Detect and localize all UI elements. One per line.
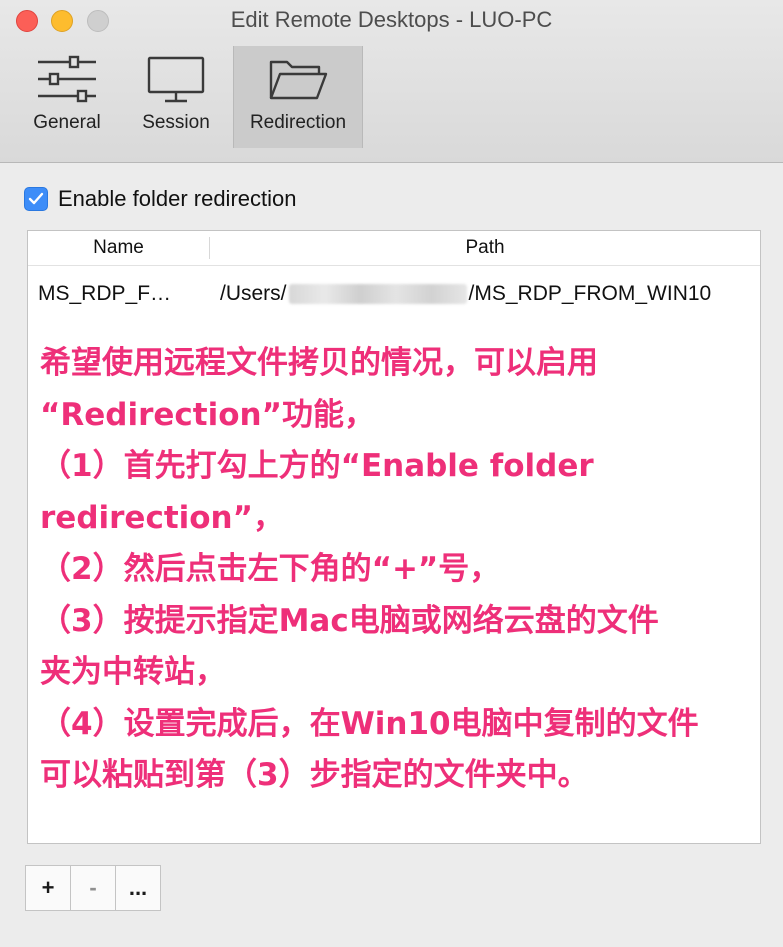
remove-folder-button[interactable]: - xyxy=(70,865,116,911)
sliders-icon xyxy=(38,55,96,103)
toolbar: Edit Remote Desktops - LUO-PC General Se… xyxy=(0,0,783,163)
tab-general[interactable]: General xyxy=(22,46,112,148)
add-folder-button[interactable]: + xyxy=(25,865,71,911)
table-actions: + - ... xyxy=(25,865,161,911)
column-header-path[interactable]: Path xyxy=(210,231,760,265)
table-header: Name Path xyxy=(28,231,760,266)
annotation-line: redirection”， xyxy=(40,499,285,536)
tab-session-label: Session xyxy=(142,112,210,133)
checkmark-icon xyxy=(28,192,44,205)
annotation-line: 夹为中转站， xyxy=(40,654,226,690)
tab-redirection-label: Redirection xyxy=(249,112,347,133)
monitor-icon xyxy=(147,56,205,103)
redacted-username xyxy=(288,284,467,304)
more-options-button[interactable]: ... xyxy=(115,865,161,911)
enable-folder-redirection-label[interactable]: Enable folder redirection xyxy=(58,186,296,212)
enable-folder-redirection-row[interactable]: Enable folder redirection xyxy=(24,186,296,212)
tab-general-label: General xyxy=(33,112,101,133)
row-path-cell: /Users/ /MS_RDP_FROM_WIN10 xyxy=(209,282,711,306)
tab-session[interactable]: Session xyxy=(128,46,224,148)
annotation-overlay: 希望使用远程文件拷贝的情况，可以启用 “Redirection”功能， （1）首… xyxy=(40,338,750,802)
annotation-line: （2）然后点击左下角的“+”号， xyxy=(40,551,501,587)
edit-remote-desktops-window: Edit Remote Desktops - LUO-PC General Se… xyxy=(0,0,783,947)
annotation-line: “Redirection”功能， xyxy=(40,396,375,433)
annotation-line: （3）按提示指定Mac电脑或网络云盘的文件 xyxy=(40,602,659,639)
annotation-line: 可以粘贴到第（3）步指定的文件夹中。 xyxy=(40,757,589,793)
folder-icon xyxy=(269,60,328,100)
path-prefix: /Users/ xyxy=(220,282,287,305)
annotation-line: （1）首先打勾上方的“Enable folder xyxy=(40,448,594,484)
column-header-name[interactable]: Name xyxy=(28,231,209,265)
tab-redirection[interactable]: Redirection xyxy=(233,46,363,148)
table-row[interactable]: MS_RDP_F… /Users/ /MS_RDP_FROM_WIN10 xyxy=(28,266,760,322)
annotation-line: （4）设置完成后，在Win10电脑中复制的文件 xyxy=(40,705,699,742)
window-title: Edit Remote Desktops - LUO-PC xyxy=(230,7,553,32)
annotation-line: 希望使用远程文件拷贝的情况，可以启用 xyxy=(40,345,598,381)
path-suffix: /MS_RDP_FROM_WIN10 xyxy=(468,282,712,305)
enable-folder-redirection-checkbox[interactable] xyxy=(24,187,48,211)
row-name-cell: MS_RDP_F… xyxy=(38,282,172,305)
